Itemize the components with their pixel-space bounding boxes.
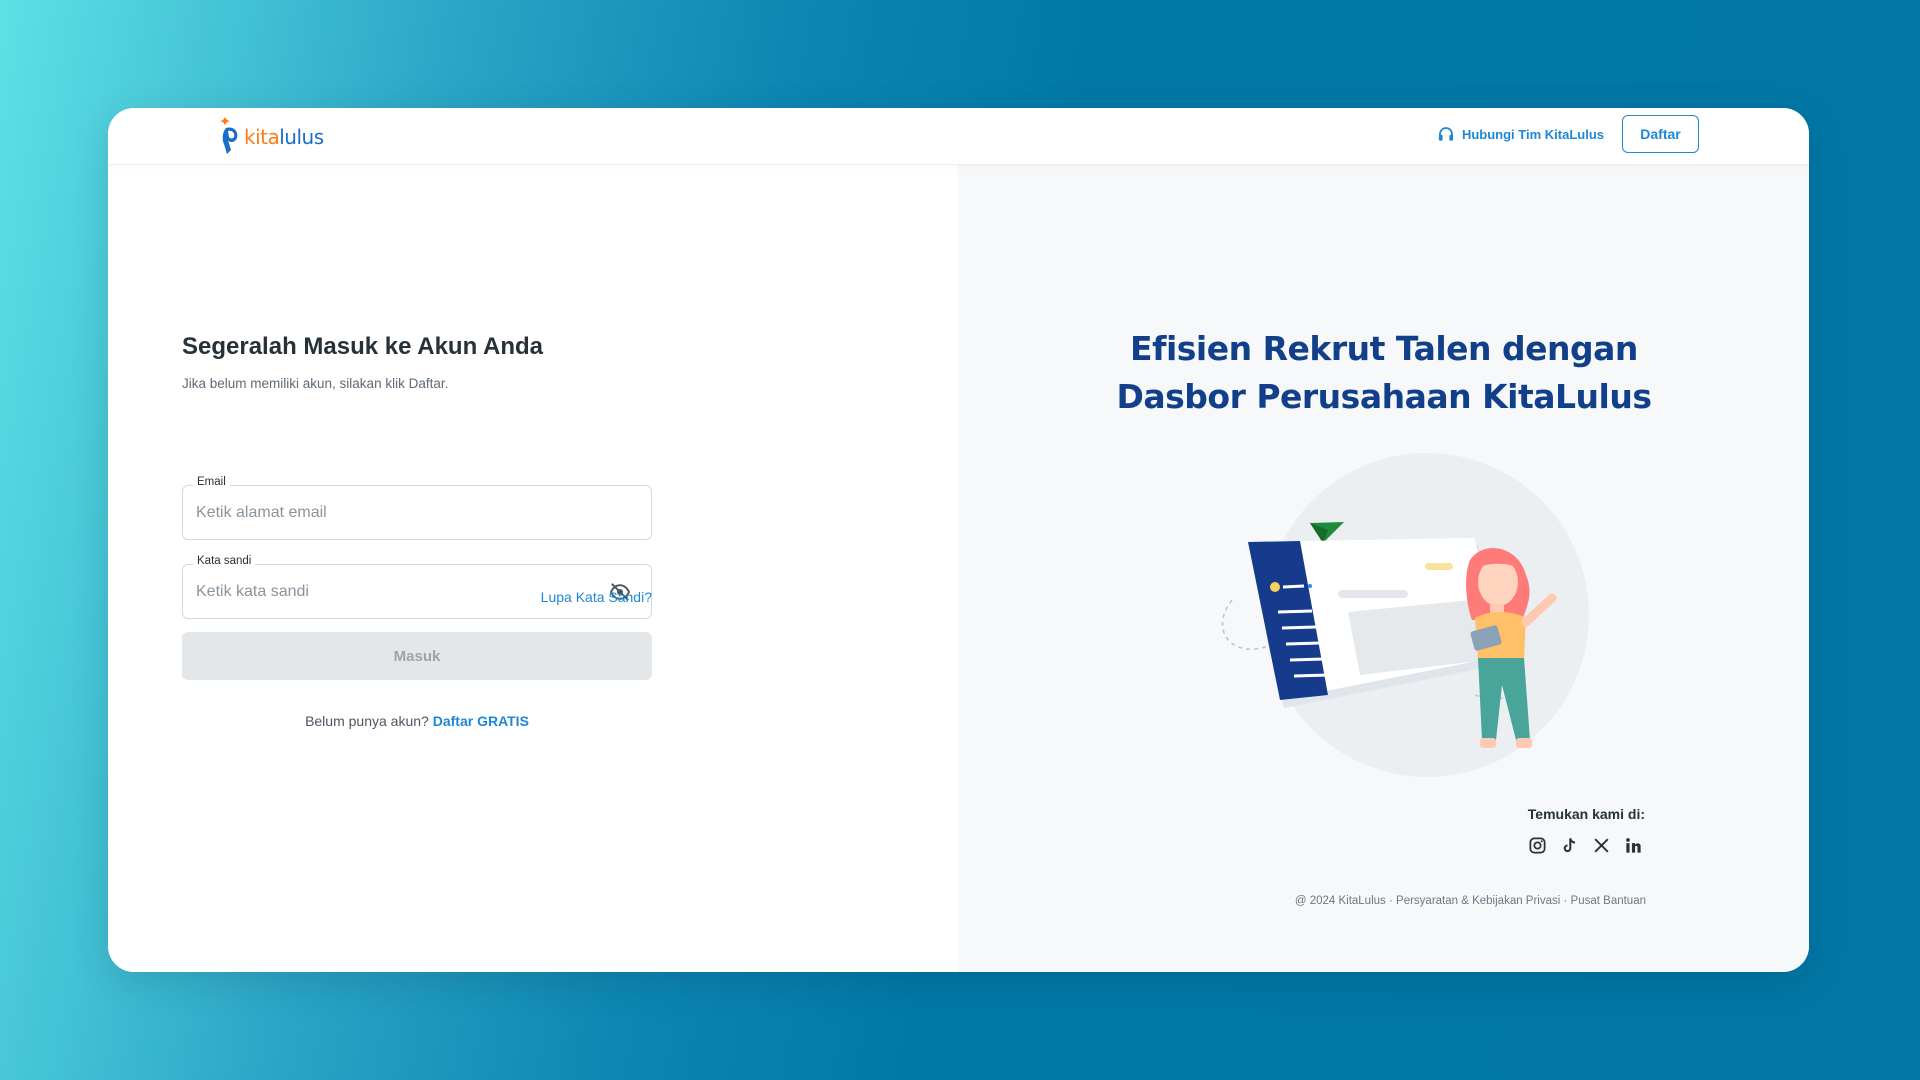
hero-title-line-2: Dasbor Perusahaan KitaLulus [1116,377,1652,416]
social-links [1528,836,1643,855]
headset-icon [1438,127,1454,141]
page-footer: @ 2024 KitaLulus · Persyaratan & Kebijak… [1200,895,1646,907]
tiktok-icon[interactable] [1560,836,1579,855]
terms-link[interactable]: Persyaratan & Kebijakan Privasi [1396,895,1560,907]
dashboard-illustration [1220,450,1620,785]
kitalulus-logo[interactable]: kitalulus [217,114,324,156]
copyright-text: @ 2024 KitaLulus [1294,895,1386,907]
no-account-text: Belum punya akun? [305,713,429,729]
email-input[interactable] [196,486,596,539]
email-field[interactable]: Email [182,476,652,540]
login-submit-button[interactable]: Masuk [182,632,652,680]
signup-button[interactable]: Daftar [1622,115,1699,153]
top-navbar: kitalulus Hubungi Tim KitaLulus Daftar [108,108,1809,165]
hero-title: Efisien Rekrut Talen dengan Dasbor Perus… [1008,325,1760,421]
logo-kita-text: kita [244,125,280,149]
signup-prompt: Belum punya akun? Daftar GRATIS [182,713,652,729]
instagram-icon[interactable] [1528,836,1547,855]
forgot-password-link[interactable]: Lupa Kata Sandi? [539,589,652,605]
footer-separator: · [1385,895,1397,907]
logo-text: kitalulus [244,125,324,149]
help-center-link[interactable]: Pusat Bantuan [1571,895,1646,907]
logo-lulus-text: lulus [279,125,324,149]
signup-free-link[interactable]: Daftar GRATIS [433,713,529,729]
login-title: Segeralah Masuk ke Akun Anda [182,333,544,360]
login-subtitle: Jika belum memiliki akun, silakan klik D… [182,376,449,391]
contact-team-label: Hubungi Tim KitaLulus [1461,126,1604,142]
contact-team-link[interactable]: Hubungi Tim KitaLulus [1437,125,1604,143]
hero-title-line-1: Efisien Rekrut Talen dengan [1130,329,1638,368]
social-label: Temukan kami di: [1527,806,1645,822]
rocket-logo-icon [220,117,238,154]
password-input[interactable] [196,565,596,618]
x-icon[interactable] [1592,836,1611,855]
footer-separator: · [1560,895,1571,907]
linkedin-icon[interactable] [1624,836,1643,855]
